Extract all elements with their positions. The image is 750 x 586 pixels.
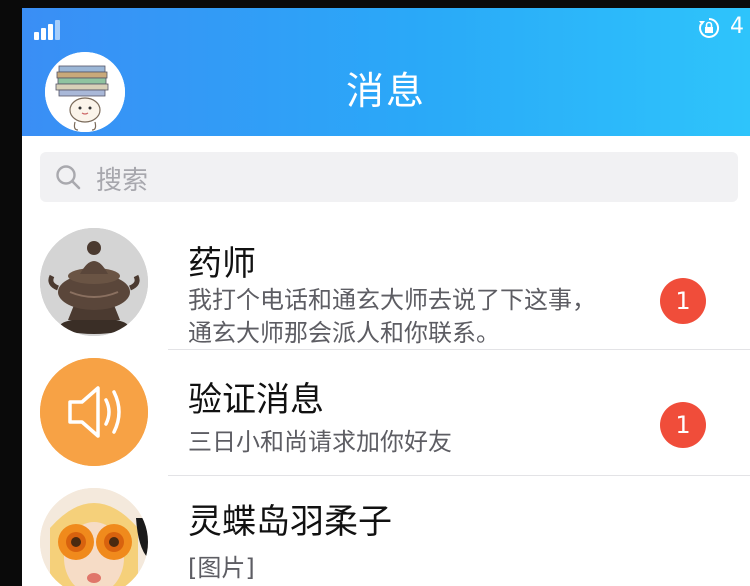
conversation-row-lingdiedao[interactable]: 灵蝶岛羽柔子 [图片]	[22, 476, 750, 586]
unread-badge: 1	[660, 278, 706, 324]
conversation-row-yaoshi[interactable]: 药师 我打个电话和通玄大师去说了下这事， 通玄大师那会派人和你联系。 1	[22, 222, 750, 348]
conversation-message: [图片]	[188, 554, 255, 582]
bronze-censer-avatar	[40, 228, 148, 336]
conversation-name: 药师	[188, 244, 256, 284]
search-placeholder: 搜索	[96, 166, 149, 196]
sunflower-girl-avatar	[40, 488, 148, 586]
search-input[interactable]: 搜索	[40, 152, 738, 202]
conversation-name: 验证消息	[188, 380, 324, 420]
top-header: 4 消息	[22, 8, 750, 136]
speaker-icon	[40, 358, 148, 466]
message-line-2: 通玄大师那会派人和你联系。	[188, 319, 500, 347]
search-icon	[56, 165, 81, 190]
status-indicator: 4	[730, 14, 744, 39]
phone-screen: 4 消息 搜索 药师 我打个电话和通玄大师去说了下这事， 通玄大师那会派人和你联…	[0, 0, 750, 586]
unread-badge: 1	[660, 402, 706, 448]
message-line-1: 我打个电话和通玄大师去说了下这事，	[188, 286, 596, 314]
rotation-lock-icon	[699, 17, 720, 38]
signal-bars-icon	[34, 20, 74, 40]
conversation-name: 灵蝶岛羽柔子	[188, 502, 392, 542]
conversation-row-verification[interactable]: 验证消息 三日小和尚请求加你好友 1	[22, 350, 750, 476]
conversation-message: 我打个电话和通玄大师去说了下这事， 通玄大师那会派人和你联系。	[188, 284, 658, 350]
page-title: 消息	[345, 69, 426, 113]
conversation-message: 三日小和尚请求加你好友	[188, 428, 452, 456]
